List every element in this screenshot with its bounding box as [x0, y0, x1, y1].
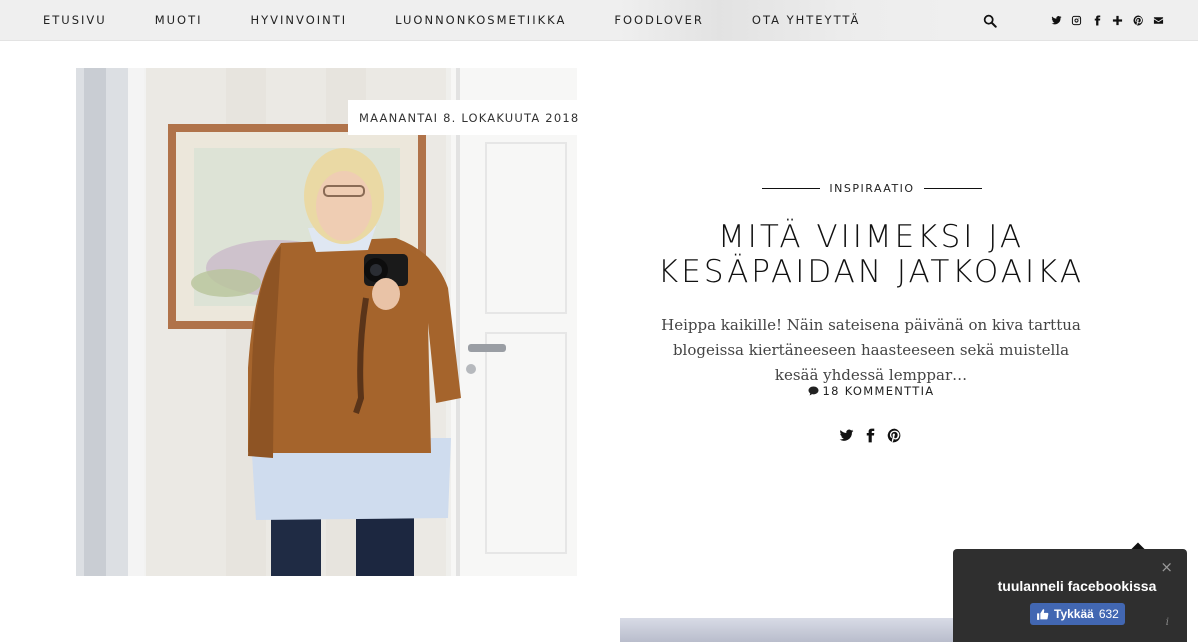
nav-item-foodlover[interactable]: FOODLOVER: [614, 13, 704, 27]
share-pinterest-icon[interactable]: [887, 428, 902, 443]
facebook-widget-title[interactable]: tuulanneli facebookissa: [953, 578, 1198, 594]
post-title[interactable]: MITÄ VIIMEKSI JA KESÄPAIDAN JATKOAIKA: [640, 220, 1102, 290]
share-buttons: [839, 428, 911, 443]
category-row: INSPIRAATIO: [762, 181, 982, 195]
comment-bubble-icon: [808, 386, 818, 396]
facebook-like-label: Tykkää: [1054, 607, 1094, 621]
category-rule-left: [762, 187, 820, 189]
share-twitter-icon[interactable]: [839, 428, 854, 443]
facebook-icon[interactable]: [1091, 14, 1103, 26]
nav-item-ota-yhteytta[interactable]: OTA YHTEYTTÄ: [752, 13, 861, 27]
photo-illustration: [76, 68, 577, 576]
email-icon[interactable]: [1153, 14, 1165, 26]
category-rule-right: [924, 187, 982, 189]
post-featured-image[interactable]: [76, 68, 577, 576]
nav-item-luonnonkosmetiikka[interactable]: LUONNONKOSMETIIKKA: [395, 13, 566, 27]
top-navigation: ETUSIVU MUOTI HYVINVOINTI LUONNONKOSMETI…: [0, 0, 1198, 41]
twitter-icon[interactable]: [1050, 14, 1062, 26]
search-icon[interactable]: [983, 13, 997, 28]
facebook-like-button[interactable]: Tykkää 632: [1030, 603, 1125, 625]
post-date-badge: MAANANTAI 8. LOKAKUUTA 2018: [348, 100, 591, 135]
comments-link[interactable]: 18 KOMMENTTIA: [640, 384, 1102, 398]
share-facebook-icon[interactable]: [863, 428, 878, 443]
info-icon[interactable]: i: [1166, 617, 1169, 628]
post-category-link[interactable]: INSPIRAATIO: [829, 182, 914, 195]
main-menu: ETUSIVU MUOTI HYVINVOINTI LUONNONKOSMETI…: [43, 0, 908, 40]
nav-item-etusivu[interactable]: ETUSIVU: [43, 13, 107, 27]
bloglovin-plus-icon[interactable]: [1112, 14, 1124, 26]
post-excerpt: Heippa kaikille! Näin sateisena päivänä …: [661, 316, 1081, 384]
comments-count-label[interactable]: 18 KOMMENTTIA: [823, 384, 935, 398]
facebook-widget: × tuulanneli facebookissa Tykkää 632 i: [953, 549, 1187, 642]
nav-item-hyvinvointi[interactable]: HYVINVOINTI: [251, 13, 348, 27]
close-icon[interactable]: ×: [1160, 560, 1173, 575]
social-links: [1050, 0, 1173, 40]
thumbs-up-icon: [1037, 608, 1049, 620]
facebook-like-count: 632: [1098, 607, 1119, 621]
nav-item-muoti[interactable]: MUOTI: [155, 13, 203, 27]
pinterest-icon[interactable]: [1132, 14, 1144, 26]
instagram-icon[interactable]: [1071, 14, 1083, 26]
next-post-image[interactable]: [620, 618, 980, 642]
